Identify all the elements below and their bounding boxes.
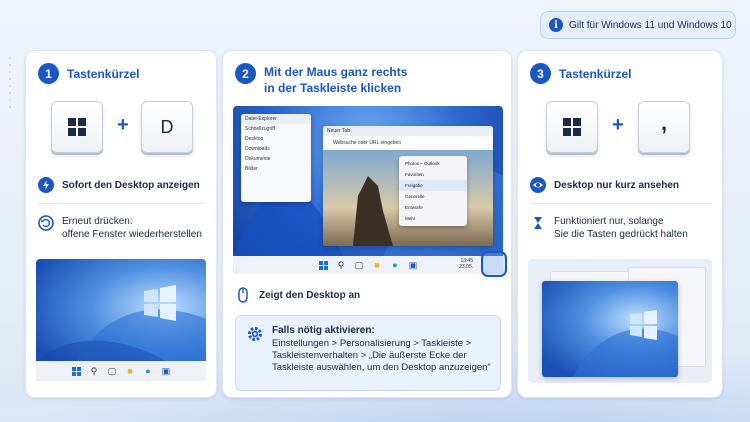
d-key: D [141, 101, 193, 153]
show-desktop-corner-button[interactable] [481, 251, 507, 277]
card-title: Tastenkürzel [559, 67, 632, 81]
taskbar-clock: 13:45 23.05. [459, 258, 473, 270]
windows-key [51, 101, 103, 153]
store-icon: ▣ [161, 365, 171, 376]
feature-text: Desktop nur kurz ansehen [554, 180, 680, 191]
plus-sign: + [117, 114, 129, 136]
task-view-icon: ▢ [354, 259, 364, 270]
taskbar: ⚲ ▢ ■ ● ▣ 13:45 23.05. [233, 256, 503, 274]
mouse-icon [235, 287, 251, 303]
desktop-screenshot: ⚲ ▢ ■ ● ▣ [36, 259, 206, 381]
badge-text: Gilt für Windows 11 und Windows 10 [569, 19, 732, 31]
search-icon: ⚲ [90, 365, 98, 376]
feature-row: Sofort den Desktop anzeigen [38, 177, 200, 193]
activation-info-box: Falls nötig aktivieren: Einstellungen > … [235, 315, 501, 391]
card-shortcut-win-d: 1 Tastenkürzel + D Sofort den Desktop an… [25, 50, 217, 398]
info-icon: i [549, 18, 563, 32]
card-shortcut-win-comma: 3 Tastenkürzel + , Desktop nur kurz anse… [517, 50, 723, 398]
lightning-icon [38, 177, 54, 193]
decorative-dots [6, 52, 16, 113]
explorer-window: Datei-Explorer Schnellzugriff Desktop Do… [241, 114, 311, 202]
feature-row: Desktop nur kurz ansehen [530, 177, 679, 193]
card-taskbar-corner: 2 Mit der Maus ganz rechts in der Taskle… [222, 50, 512, 398]
desktop-preview [542, 281, 678, 377]
divider [38, 203, 206, 204]
edge-icon: ● [392, 260, 398, 270]
windows-key [546, 101, 598, 153]
step-number: 1 [38, 63, 59, 84]
search-icon: ⚲ [337, 259, 345, 270]
step-number: 3 [530, 63, 551, 84]
feature-text: Zeigt den Desktop an [259, 290, 361, 301]
step-number: 2 [235, 63, 256, 84]
comma-key: , [638, 101, 690, 153]
divider [530, 203, 712, 204]
folder-icon: ■ [374, 260, 380, 270]
feature-text: Erneut drücken: offene Fenster wiederher… [62, 216, 202, 240]
feature-text: Sofort den Desktop anzeigen [62, 180, 200, 191]
context-menu: Photos – Outlook Favoriten Freigabe Gene… [399, 156, 467, 226]
feature-row: Erneut drücken: offene Fenster wiederher… [38, 215, 202, 241]
gear-icon [246, 325, 264, 348]
windows-logo-icon [563, 118, 581, 136]
eye-icon [530, 177, 546, 193]
edge-icon: ● [145, 366, 151, 376]
store-icon: ▣ [408, 259, 418, 270]
feature-row: Zeigt den Desktop an [235, 287, 360, 303]
info-text: Einstellungen > Personalisierung > Taskl… [272, 338, 491, 373]
feature-text: Funktioniert nur, solange Sie die Tasten… [554, 216, 688, 240]
feature-row: Funktioniert nur, solange Sie die Tasten… [530, 215, 688, 241]
plus-sign: + [612, 114, 624, 136]
hourglass-icon [530, 215, 546, 231]
folder-icon: ■ [127, 366, 133, 376]
card-title: Tastenkürzel [67, 67, 140, 81]
windows-logo-icon [68, 118, 86, 136]
card-title: Mit der Maus ganz rechts in der Taskleis… [264, 65, 408, 95]
undo-icon [38, 215, 54, 231]
desktop-with-windows-screenshot: Datei-Explorer Schnellzugriff Desktop Do… [233, 106, 503, 274]
windows-version-badge: i Gilt für Windows 11 und Windows 10 [540, 11, 736, 39]
info-title: Falls nötig aktivieren: [272, 325, 375, 336]
taskbar: ⚲ ▢ ■ ● ▣ [36, 361, 206, 381]
peek-screenshot [528, 259, 712, 383]
task-view-icon: ▢ [107, 365, 117, 376]
